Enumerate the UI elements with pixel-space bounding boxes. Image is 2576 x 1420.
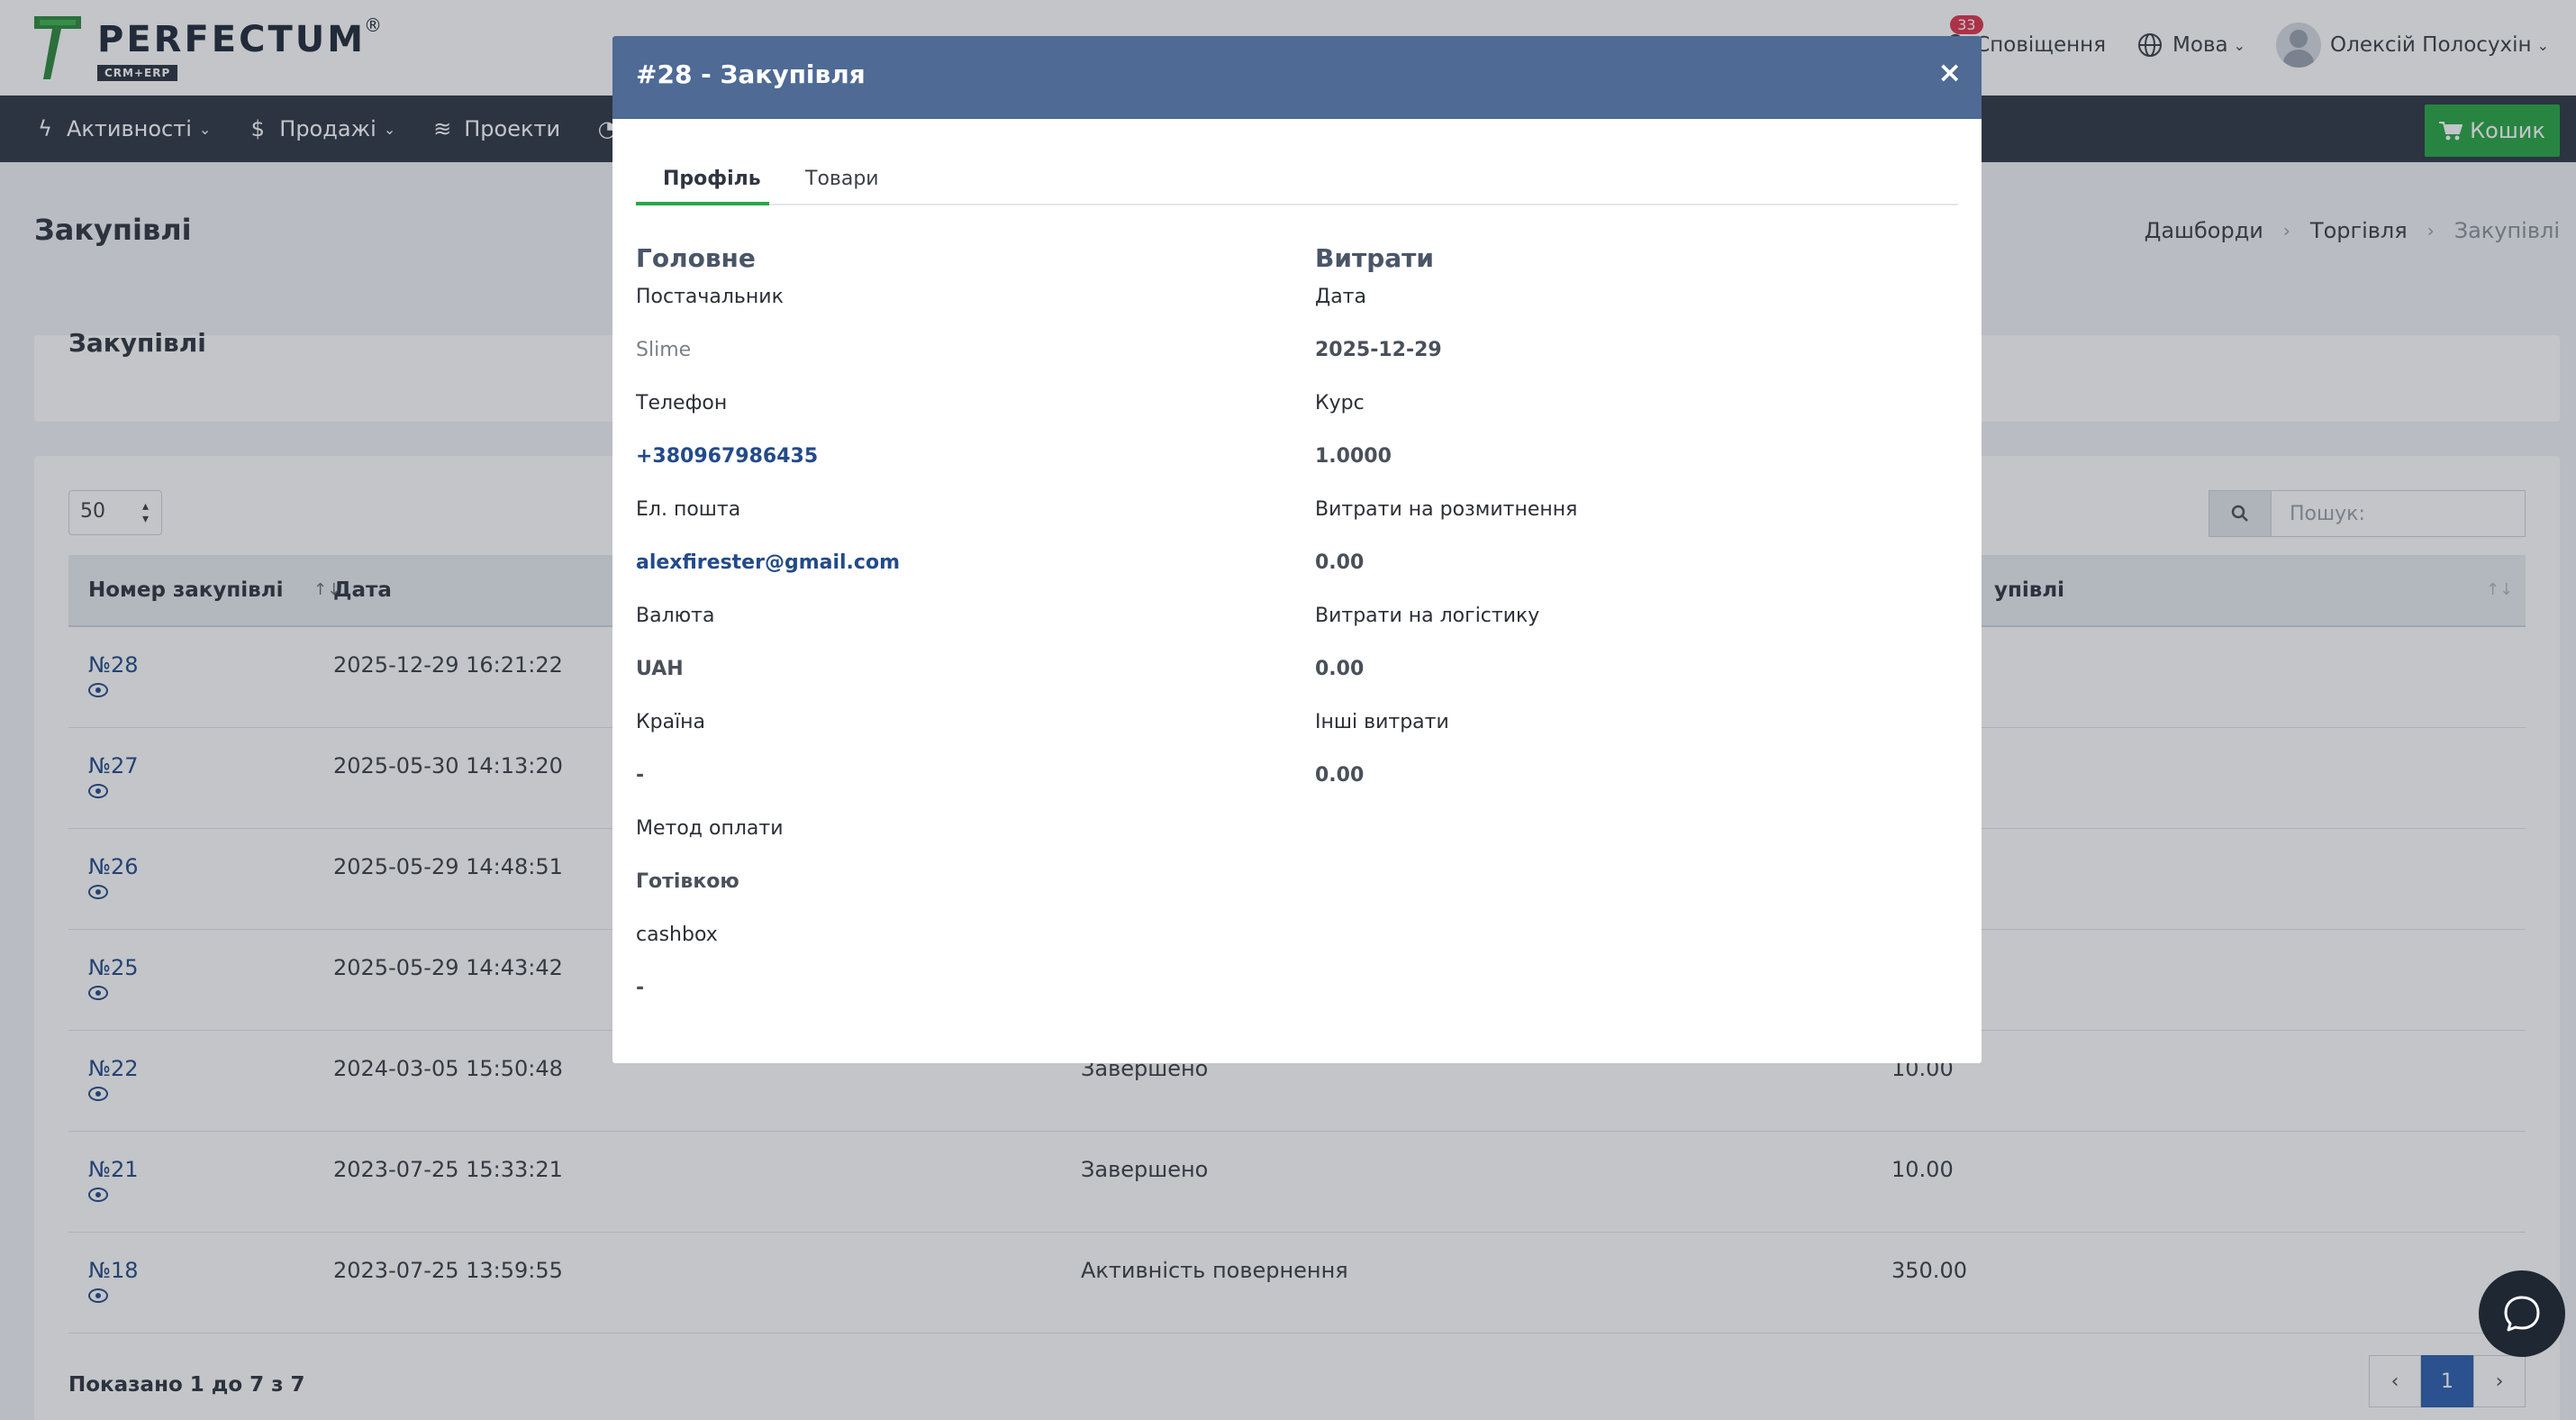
- active-tab-indicator: [636, 202, 769, 205]
- rate-value: 1.0000: [1315, 445, 1392, 468]
- main-section-title: Головне: [636, 243, 756, 273]
- phone-label: Телефон: [636, 392, 728, 414]
- customs-cost-value: 0.00: [1315, 551, 1365, 574]
- cashbox-label: cashbox: [636, 924, 718, 946]
- phone-link[interactable]: +380967986435: [636, 443, 1266, 496]
- tab-profile[interactable]: Профіль: [663, 168, 761, 190]
- modal-tabs: Профіль Товари: [636, 153, 1958, 205]
- chat-bubble-icon: [2504, 1296, 2540, 1332]
- country-label: Країна: [636, 711, 706, 733]
- supplier-value: Slime: [636, 339, 692, 361]
- payment-method-value: Готівкою: [636, 870, 739, 893]
- logistics-cost-value: 0.00: [1315, 658, 1365, 680]
- supplier-label: Постачальник: [636, 286, 784, 308]
- country-value: -: [636, 764, 645, 787]
- cashbox-value: -: [636, 977, 645, 999]
- email-label: Ел. пошта: [636, 498, 741, 521]
- currency-value: UAH: [636, 658, 684, 680]
- date-value: 2025-12-29: [1315, 339, 1442, 361]
- modal-header: #28 - Закупівля ×: [612, 36, 1982, 119]
- modal-title: #28 - Закупівля: [636, 59, 866, 89]
- close-icon[interactable]: ×: [1937, 58, 1962, 86]
- tab-goods[interactable]: Товари: [805, 168, 879, 190]
- date-label: Дата: [1315, 286, 1366, 308]
- costs-section-title: Витрати: [1315, 243, 1434, 273]
- chat-widget-button[interactable]: [2479, 1270, 2565, 1357]
- costs-section: Витрати Дата 2025-12-29 Курс 1.0000 Витр…: [1315, 243, 1946, 815]
- main-section: Головне Постачальник Slime Телефон +3809…: [636, 243, 1266, 1028]
- currency-label: Валюта: [636, 605, 715, 627]
- customs-cost-label: Витрати на розмитнення: [1315, 498, 1578, 521]
- payment-method-label: Метод оплати: [636, 817, 784, 840]
- other-costs-value: 0.00: [1315, 764, 1365, 787]
- purchase-details-modal: #28 - Закупівля × Профіль Товари Головне…: [612, 36, 1982, 1063]
- rate-label: Курс: [1315, 392, 1365, 414]
- other-costs-label: Інші витрати: [1315, 711, 1449, 733]
- email-link[interactable]: alexfirester@gmail.com: [636, 550, 1266, 603]
- logistics-cost-label: Витрати на логістику: [1315, 605, 1540, 627]
